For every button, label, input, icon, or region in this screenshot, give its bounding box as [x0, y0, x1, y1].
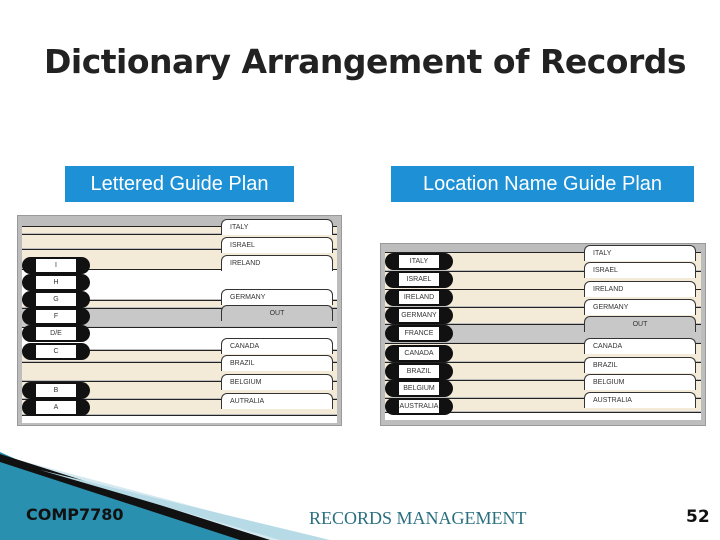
guide-label: D/E — [36, 327, 76, 340]
guide-tab: BRAZIL — [385, 363, 453, 380]
guide-tab: AUSTRALIA — [385, 398, 453, 415]
guide-label: CANADA — [399, 347, 439, 360]
right-caption: Location Name Guide Plan — [391, 166, 694, 202]
folder-tab: ISRAEL — [221, 237, 333, 253]
guide-label: ITALY — [399, 255, 439, 268]
guide-label: I — [36, 259, 76, 272]
guide-label: C — [36, 345, 76, 358]
slide-title: Dictionary Arrangement of Records — [44, 42, 687, 81]
folder-tab: BELGIUM — [584, 374, 696, 390]
guide-label: ISRAEL — [399, 273, 439, 286]
folder-tab: BRAZIL — [221, 355, 333, 371]
folder-tab: GERMANY — [584, 299, 696, 315]
out-guide-tab: OUT — [584, 316, 696, 332]
lettered-guide-diagram: ITALY ISRAEL IRELAND GERMANY OUT CANADA BRAZIL… — [17, 215, 342, 426]
folder-tab: BRAZIL — [584, 357, 696, 373]
guide-tab: D/E — [22, 325, 90, 342]
guide-tab: ITALY — [385, 253, 453, 270]
guide-tab: F — [22, 308, 90, 325]
folder-tab: CANADA — [584, 338, 696, 354]
guide-label: IRELAND — [399, 291, 439, 304]
guide-tab: BELGIUM — [385, 380, 453, 397]
guide-tab: H — [22, 274, 90, 291]
guide-label: GERMANY — [399, 309, 439, 322]
guide-tab: ISRAEL — [385, 271, 453, 288]
folder-tab: BELGIUM — [221, 374, 333, 390]
footer-title: RECORDS MANAGEMENT — [309, 508, 527, 528]
folder-tab: CANADA — [221, 338, 333, 354]
folder-tab: IRELAND — [221, 255, 333, 271]
location-name-guide-diagram: ITALY ISRAEL IRELAND GERMANY OUT CANADA BRAZIL… — [380, 243, 706, 426]
guide-label: BRAZIL — [399, 365, 439, 378]
folder-tab: ITALY — [584, 245, 696, 261]
guide-label: G — [36, 293, 76, 306]
folder-tab: AUTRALIA — [221, 393, 333, 409]
guide-label: A — [36, 401, 76, 414]
guide-tab: GERMANY — [385, 307, 453, 324]
left-caption: Lettered Guide Plan — [65, 166, 294, 202]
guide-label: FRANCE — [399, 327, 439, 340]
folder-row — [22, 415, 337, 423]
course-code: COMP7780 — [26, 505, 124, 524]
folder-tab: ITALY — [221, 219, 333, 235]
out-guide-tab: OUT — [221, 305, 333, 321]
folder-tab: ISRAEL — [584, 262, 696, 278]
page-number: 52 — [686, 507, 710, 527]
guide-tab: CANADA — [385, 345, 453, 362]
guide-label: F — [36, 310, 76, 323]
guide-tab: G — [22, 291, 90, 308]
folder-tab: AUSTRALIA — [584, 392, 696, 408]
guide-label: AUSTRALIA — [399, 400, 439, 413]
guide-tab: I — [22, 257, 90, 274]
guide-tab: IRELAND — [385, 289, 453, 306]
guide-tab: FRANCE — [385, 325, 453, 342]
guide-label: B — [36, 384, 76, 397]
guide-tab: A — [22, 399, 90, 416]
guide-tab: C — [22, 343, 90, 360]
guide-tab: B — [22, 382, 90, 399]
guide-label: BELGIUM — [399, 382, 439, 395]
guide-label: H — [36, 276, 76, 289]
folder-tab: IRELAND — [584, 281, 696, 297]
folder-tab: GERMANY — [221, 289, 333, 305]
